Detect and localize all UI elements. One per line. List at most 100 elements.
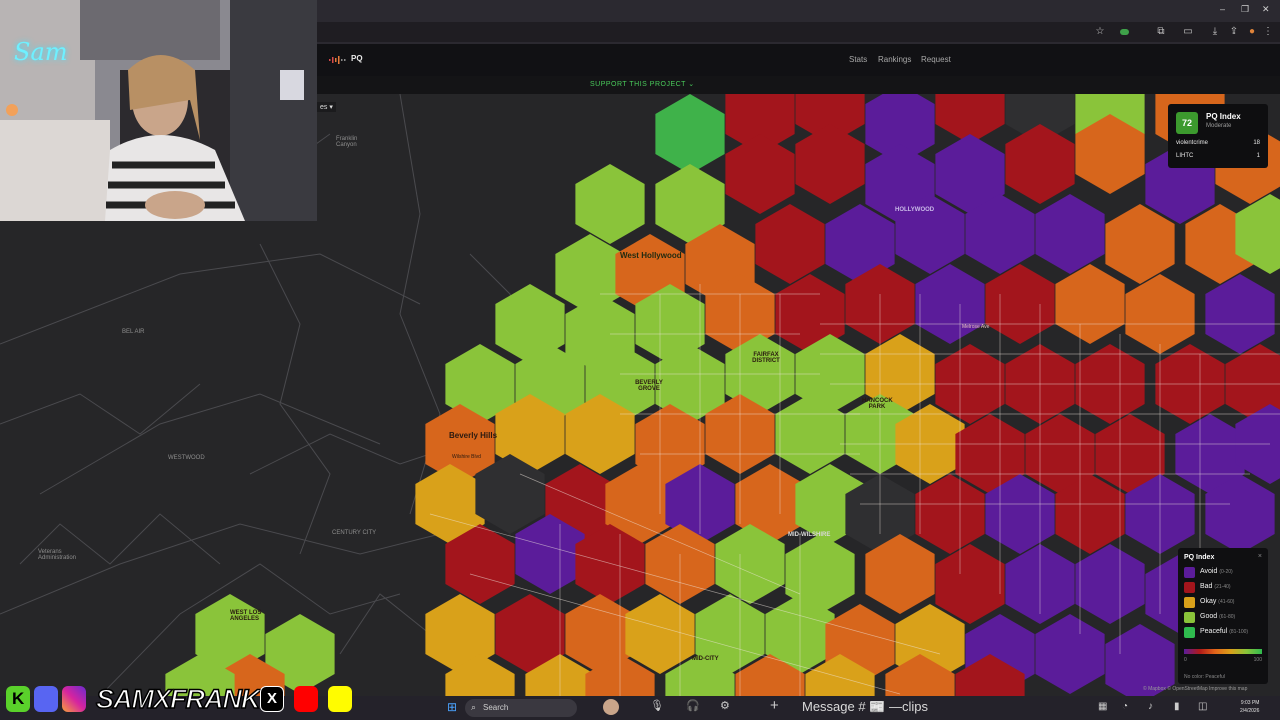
label-west-los-angeles: WEST LOS ANGELES (230, 610, 262, 622)
youtube-icon (294, 686, 318, 712)
label-century-city: CENTURY CITY (332, 530, 377, 536)
extension-icon[interactable] (1120, 29, 1129, 35)
hex-tile[interactable] (915, 474, 985, 554)
profile-icon[interactable]: ● (1246, 26, 1258, 38)
pq-row-violentcrime: violentcrime 18 (1176, 140, 1260, 146)
nav-rankings[interactable]: Rankings (878, 55, 911, 64)
taskbar-search[interactable]: ⌕ Search (465, 699, 577, 717)
legend-item-good[interactable]: Good (61-80) (1184, 612, 1264, 623)
support-project-link[interactable]: SUPPORT THIS PROJECT ⌄ (590, 80, 695, 88)
address-bar[interactable] (317, 22, 1280, 42)
share-icon[interactable]: ⇪ (1228, 26, 1240, 38)
hex-tile[interactable] (1055, 264, 1125, 344)
label-mid-city: MID-CITY (692, 656, 719, 662)
pq-row-value: 18 (1253, 140, 1260, 146)
hex-tile[interactable] (985, 264, 1055, 344)
settings-gear-icon[interactable]: ⚙ (720, 699, 730, 712)
legend-range: (41-60) (1218, 599, 1235, 605)
hex-tile[interactable] (1005, 124, 1075, 204)
search-icon: ⌕ (471, 702, 477, 712)
add-icon[interactable]: + (770, 697, 779, 714)
nav-stats[interactable]: Stats (849, 55, 867, 64)
label-veterans-administration: Veterans Administration (38, 549, 77, 561)
hex-tile[interactable] (755, 204, 825, 284)
legend-range: (61-80) (1219, 614, 1236, 620)
hex-tile[interactable] (575, 164, 645, 244)
legend-item-avoid[interactable]: Avoid (0-20) (1184, 567, 1264, 578)
legend-range: (81-100) (1229, 629, 1249, 635)
browser-menu-icon[interactable]: ⋮ (1262, 26, 1274, 38)
pq-row-label: violentcrime (1176, 140, 1209, 146)
legend-item-okay[interactable]: Okay (41-60) (1184, 597, 1264, 608)
clock-date: 2/4/2026 (1240, 708, 1260, 714)
notification-icon[interactable]: ◫ (1198, 701, 1207, 712)
pq-legend: PQ Index × Avoid (0-20) Bad (21-40) Okay… (1178, 548, 1268, 684)
legend-title: PQ Index (1184, 554, 1215, 561)
hex-tile[interactable] (1125, 274, 1195, 354)
label-melrose-ave: Melrose Ave (962, 324, 990, 330)
microphone-icon[interactable]: 🎙 (650, 699, 664, 712)
legend-swatch (1184, 597, 1195, 608)
sidebar-icon[interactable]: ▭ (1182, 26, 1194, 38)
bookmark-star-icon[interactable]: ☆ (1094, 26, 1106, 38)
search-label: Search (483, 703, 509, 712)
hex-tile[interactable] (655, 94, 725, 174)
clock[interactable]: 9:03 PM 2/4/2026 (1240, 699, 1259, 715)
hex-tile[interactable] (1035, 194, 1105, 274)
windows-start-icon[interactable]: ⊞ (447, 701, 459, 713)
nav-request[interactable]: Request (921, 55, 951, 64)
legend-item-bad[interactable]: Bad (21-40) (1184, 582, 1264, 593)
clock-time: 9:03 PM (1240, 700, 1260, 706)
label-mid-wilshire: MID-WILSHIRE (788, 532, 831, 538)
instagram-icon (62, 686, 86, 712)
legend-swatch (1184, 567, 1195, 578)
label-bel-air: BEL AIR (122, 329, 145, 335)
download-icon[interactable]: ⤓ (1209, 26, 1221, 38)
hex-tile[interactable] (1075, 544, 1145, 624)
webcam-overlay: Sam (0, 0, 317, 221)
pq-score-badge: 72 (1176, 112, 1198, 134)
neon-sign: Sam (14, 38, 68, 66)
legend-item-peaceful[interactable]: Peaceful (81-100) (1184, 627, 1264, 638)
message-input[interactable]: Message # 📰 —clips (802, 699, 928, 715)
hex-tile[interactable] (1035, 614, 1105, 694)
volume-icon[interactable]: ♪ (1148, 701, 1153, 712)
label-beverly-hills: Beverly Hills (449, 431, 498, 440)
legend-range: (0-20) (1219, 569, 1233, 575)
headphones-icon[interactable]: 🎧 (686, 699, 700, 712)
maximize-button[interactable]: ❐ (1241, 4, 1249, 15)
tray-icon[interactable]: ▦ (1098, 701, 1107, 712)
close-window-button[interactable]: ✕ (1262, 4, 1270, 15)
discord-icon (34, 686, 58, 712)
avatar[interactable] (603, 699, 619, 715)
wifi-icon[interactable]: ◔ (1122, 701, 1128, 712)
pq-row-lihtc: LIHTC 1 (1176, 153, 1260, 159)
legend-label: Okay (1200, 598, 1217, 605)
logo-icon (329, 56, 346, 64)
label-franklin-canyon: Franklin Canyon (336, 136, 358, 148)
hex-tile[interactable] (935, 544, 1005, 624)
site-header: PQ Stats Rankings Request (317, 44, 1280, 76)
x-icon: X (260, 686, 284, 712)
hex-tile[interactable] (1105, 204, 1175, 284)
logo-text[interactable]: PQ (351, 54, 363, 63)
minimize-button[interactable]: – (1220, 4, 1225, 14)
legend-label: Peaceful (1200, 628, 1228, 635)
layer-dropdown[interactable]: es ▾ (317, 102, 336, 112)
hex-tile[interactable] (1205, 274, 1275, 354)
map-attribution[interactable]: © Mapbox © OpenStreetMap Improve this ma… (1143, 686, 1247, 692)
legend-label: Avoid (1200, 568, 1218, 575)
hex-tile[interactable] (915, 264, 985, 344)
legend-swatch (1184, 627, 1195, 638)
legend-label: Good (1200, 613, 1218, 620)
label-hancock-park: HANCOCK PARK (862, 398, 893, 410)
extensions-puzzle-icon[interactable]: ⧉ (1155, 26, 1167, 38)
hex-tile[interactable] (725, 134, 795, 214)
battery-icon[interactable]: ▮ (1174, 701, 1180, 712)
label-west-hollywood: West Hollywood (620, 251, 682, 260)
hex-tile[interactable] (795, 124, 865, 204)
legend-max: 100 (1253, 657, 1262, 663)
pq-row-value: 1 (1256, 153, 1260, 159)
legend-close-icon[interactable]: × (1258, 553, 1262, 560)
legend-gradient-bar (1184, 649, 1262, 654)
